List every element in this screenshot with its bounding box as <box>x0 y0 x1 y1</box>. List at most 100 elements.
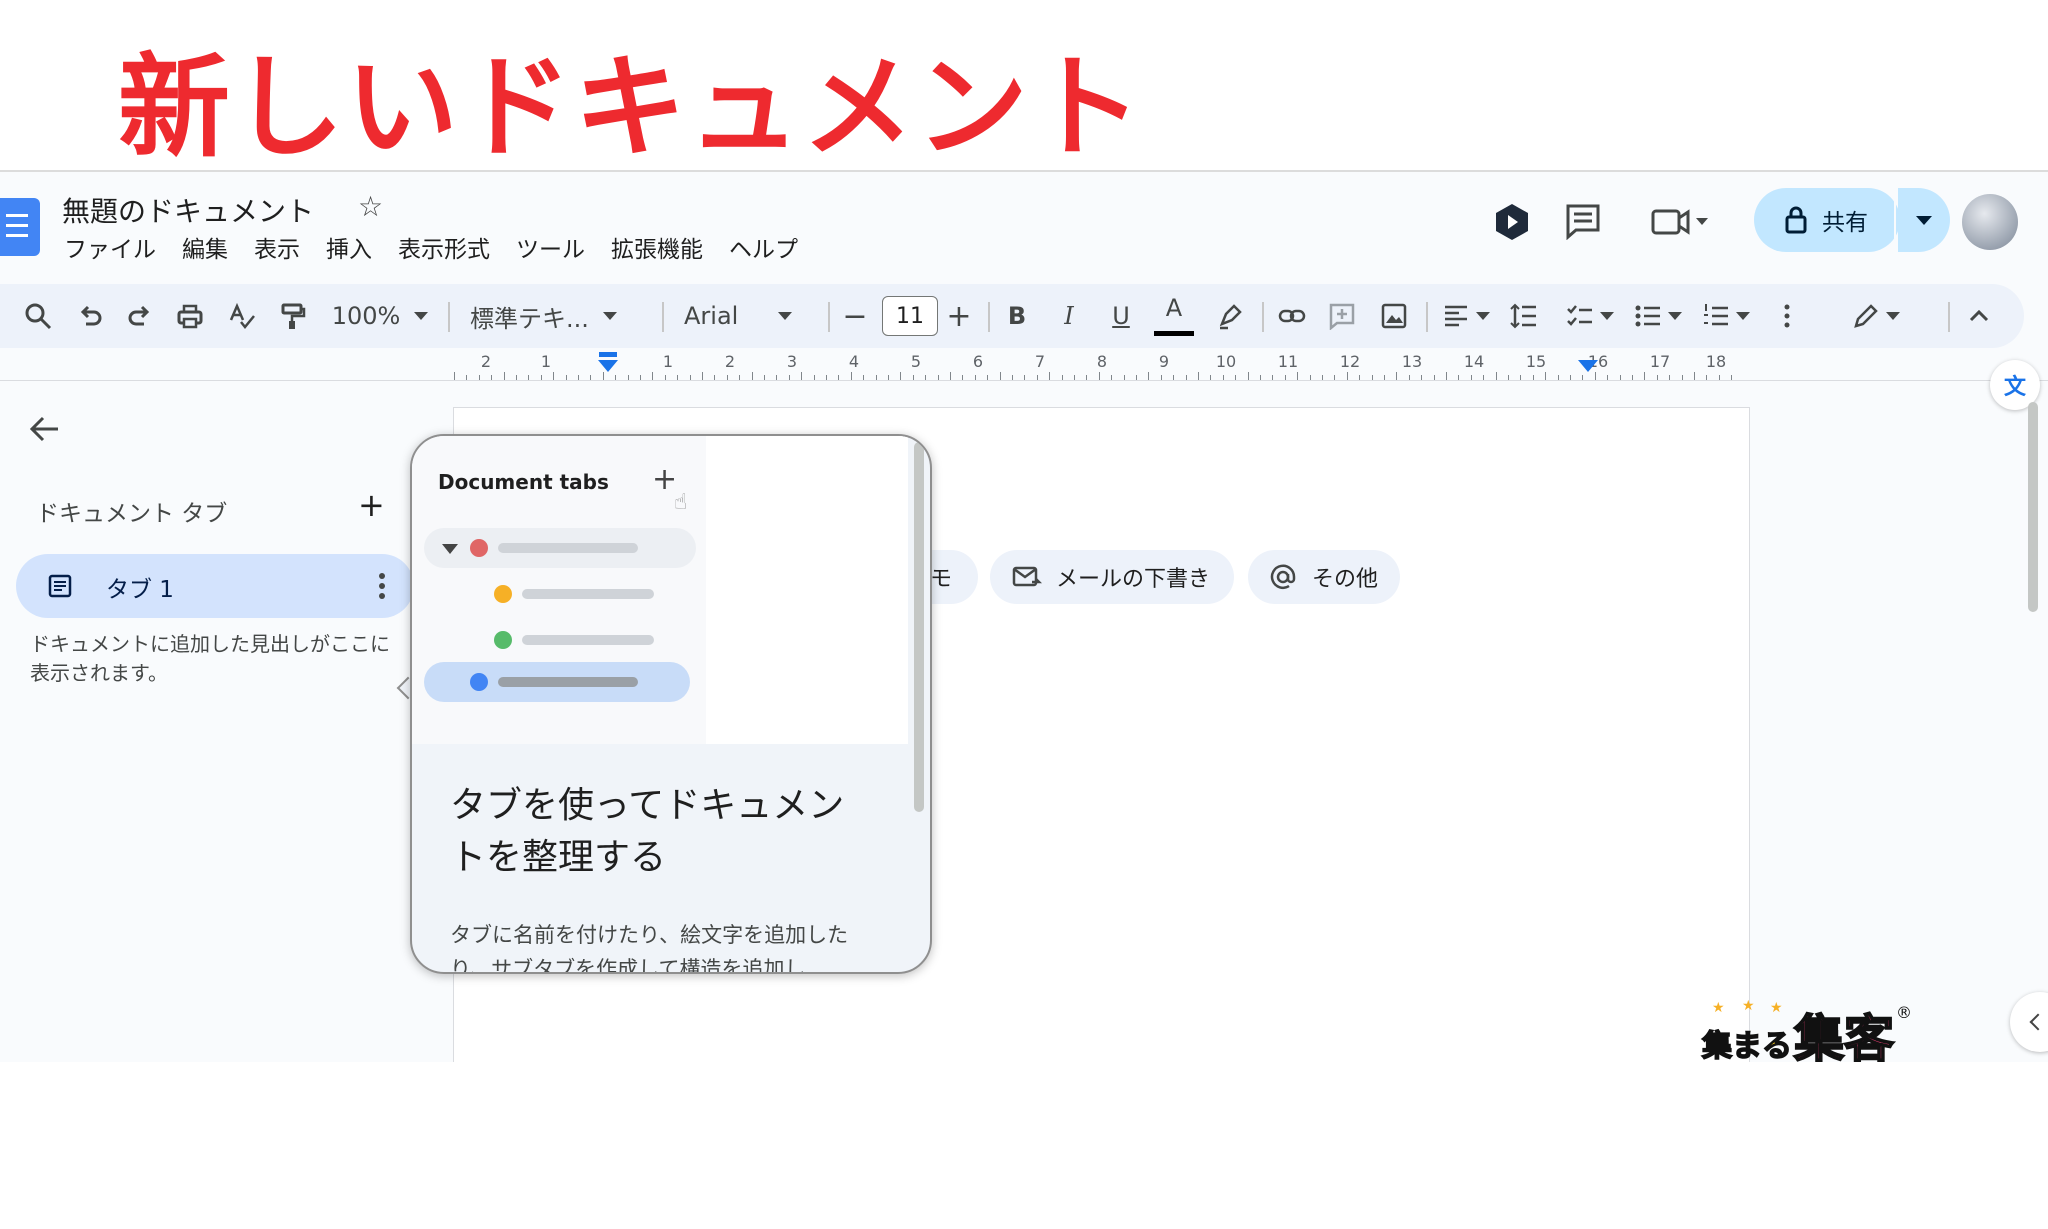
ruler-number: 4 <box>848 352 860 371</box>
left-indent-marker[interactable] <box>598 360 618 372</box>
menu-help[interactable]: ヘルプ <box>729 230 798 264</box>
more-chip[interactable]: その他 <box>1248 550 1400 604</box>
share-dropdown-button[interactable] <box>1898 188 1950 252</box>
search-icon[interactable] <box>18 284 58 348</box>
ruler-tick <box>1396 372 1398 380</box>
zoom-value: 100% <box>331 302 401 330</box>
ruler[interactable]: 2 1 1 2 3 4 5 6 7 8 9 10 11 12 13 14 15 … <box>450 352 1750 380</box>
sidebar-item-tab-1[interactable]: タブ 1 <box>16 554 414 618</box>
menu-tools[interactable]: ツール <box>516 230 585 264</box>
popup-heading: タブを使ってドキュメントを整理する <box>450 785 845 878</box>
spellcheck-icon[interactable] <box>222 284 262 348</box>
more-chip-label: その他 <box>1312 567 1379 592</box>
yellow-dot <box>494 585 512 603</box>
back-arrow-icon[interactable] <box>28 412 62 446</box>
ruler-tick <box>652 372 654 380</box>
pencil-icon[interactable] <box>1846 284 1906 348</box>
checklist-icon[interactable] <box>1560 284 1620 348</box>
red-dot <box>470 539 488 557</box>
ruler-number: 8 <box>1096 352 1108 371</box>
share-label: 共有 <box>1822 210 1868 236</box>
lock-icon <box>1785 206 1807 234</box>
email-draft-chip[interactable]: メールの下書き <box>990 550 1234 604</box>
document-icon <box>48 574 72 598</box>
kebab-icon[interactable] <box>378 572 386 600</box>
more-icon[interactable] <box>1772 284 1802 348</box>
numbered-list-icon[interactable] <box>1696 284 1756 348</box>
line-spacing-icon[interactable] <box>1506 284 1542 348</box>
ruler-number: 2 <box>724 352 736 371</box>
font-size-increase-button[interactable]: + <box>944 284 974 348</box>
ruler-tick <box>1247 372 1249 380</box>
ruler-number: 13 <box>1401 352 1423 371</box>
bullet-list-icon[interactable] <box>1628 284 1688 348</box>
redo-icon[interactable] <box>120 284 160 348</box>
chevron-up-icon[interactable] <box>1962 284 1996 348</box>
doc-title[interactable]: 無題のドキュメント <box>62 190 314 230</box>
gemini-icon[interactable] <box>1494 202 1530 242</box>
ruler-number: 5 <box>910 352 922 371</box>
tab-label: タブ 1 <box>106 577 174 603</box>
hand-cursor-icon: ☝ <box>674 490 688 515</box>
ruler-tick <box>801 372 803 380</box>
menu-view[interactable]: 表示 <box>254 230 300 264</box>
ruler-number: 7 <box>1034 352 1046 371</box>
style-select[interactable]: 標準テキ... <box>470 284 640 348</box>
align-icon[interactable] <box>1438 284 1494 348</box>
italic-button[interactable]: I <box>1054 284 1084 348</box>
ruler-number: 9 <box>1158 352 1170 371</box>
comment-icon[interactable] <box>1564 202 1602 240</box>
meet-icon[interactable] <box>1650 204 1710 240</box>
link-icon[interactable] <box>1272 284 1312 348</box>
scrollbar[interactable] <box>2028 402 2038 612</box>
menu-extensions[interactable]: 拡張機能 <box>611 230 703 264</box>
ruler-tick <box>553 372 555 380</box>
menu-edit[interactable]: 編集 <box>182 230 228 264</box>
memo-chip-label: モ <box>930 567 953 592</box>
text-color-button[interactable]: A <box>1154 284 1194 336</box>
font-size-decrease-button[interactable]: − <box>840 284 870 348</box>
ruler-number: 15 <box>1525 352 1547 371</box>
ruler-tick <box>1644 372 1646 380</box>
image-icon[interactable] <box>1374 284 1414 348</box>
star-icon[interactable]: ☆ <box>358 190 383 223</box>
ruler-tick <box>1098 372 1100 380</box>
at-icon <box>1270 564 1296 589</box>
menu-format[interactable]: 表示形式 <box>398 230 490 264</box>
avatar[interactable] <box>1962 194 2018 250</box>
right-indent-marker[interactable] <box>1578 360 1598 372</box>
menu-insert[interactable]: 挿入 <box>326 230 372 264</box>
chevron-left-icon[interactable] <box>2010 992 2048 1052</box>
font-select[interactable]: Arial <box>684 284 810 348</box>
tabs-illustration: Document tabs + ☝ <box>412 436 908 744</box>
ruler-number: 2 <box>480 352 492 371</box>
menu-file[interactable]: ファイル <box>64 230 156 264</box>
highlighter-icon[interactable] <box>1210 284 1250 348</box>
first-line-indent-marker[interactable] <box>599 352 617 357</box>
docs-logo-icon[interactable] <box>0 198 40 256</box>
print-icon[interactable] <box>170 284 210 348</box>
bold-button[interactable]: B <box>1002 284 1032 348</box>
popup-scrollbar[interactable] <box>914 442 924 812</box>
email-icon <box>1012 566 1042 587</box>
ruler-tick <box>1446 372 1447 380</box>
add-tab-plus-icon[interactable]: + <box>358 486 385 524</box>
zoom-select[interactable]: 100% <box>328 284 432 348</box>
illustration-title: Document tabs <box>438 470 609 494</box>
ruler-number: 3 <box>786 352 798 371</box>
paint-format-icon[interactable] <box>272 284 312 348</box>
font-size-input[interactable]: 11 <box>882 296 938 336</box>
add-comment-icon[interactable] <box>1322 284 1362 348</box>
underline-button[interactable]: U <box>1106 284 1136 348</box>
ruler-number: 18 <box>1705 352 1727 371</box>
registered-mark: ® <box>1896 1003 1912 1022</box>
brand-watermark-logo: ★ ★ ★ 集まる 集客 ® <box>1700 998 1912 1068</box>
ruler-number: 17 <box>1649 352 1671 371</box>
svg-text:★: ★ <box>1712 1000 1725 1016</box>
ruler-tick <box>1049 372 1051 380</box>
share-button[interactable]: 共有 <box>1754 188 1900 252</box>
ruler-number: 11 <box>1277 352 1299 371</box>
popup-body: タブに名前を付けたり、絵文字を追加したり、サブタブを作成して構造を追加し <box>450 923 849 974</box>
undo-icon[interactable] <box>70 284 110 348</box>
ruler-tick <box>1694 372 1695 380</box>
